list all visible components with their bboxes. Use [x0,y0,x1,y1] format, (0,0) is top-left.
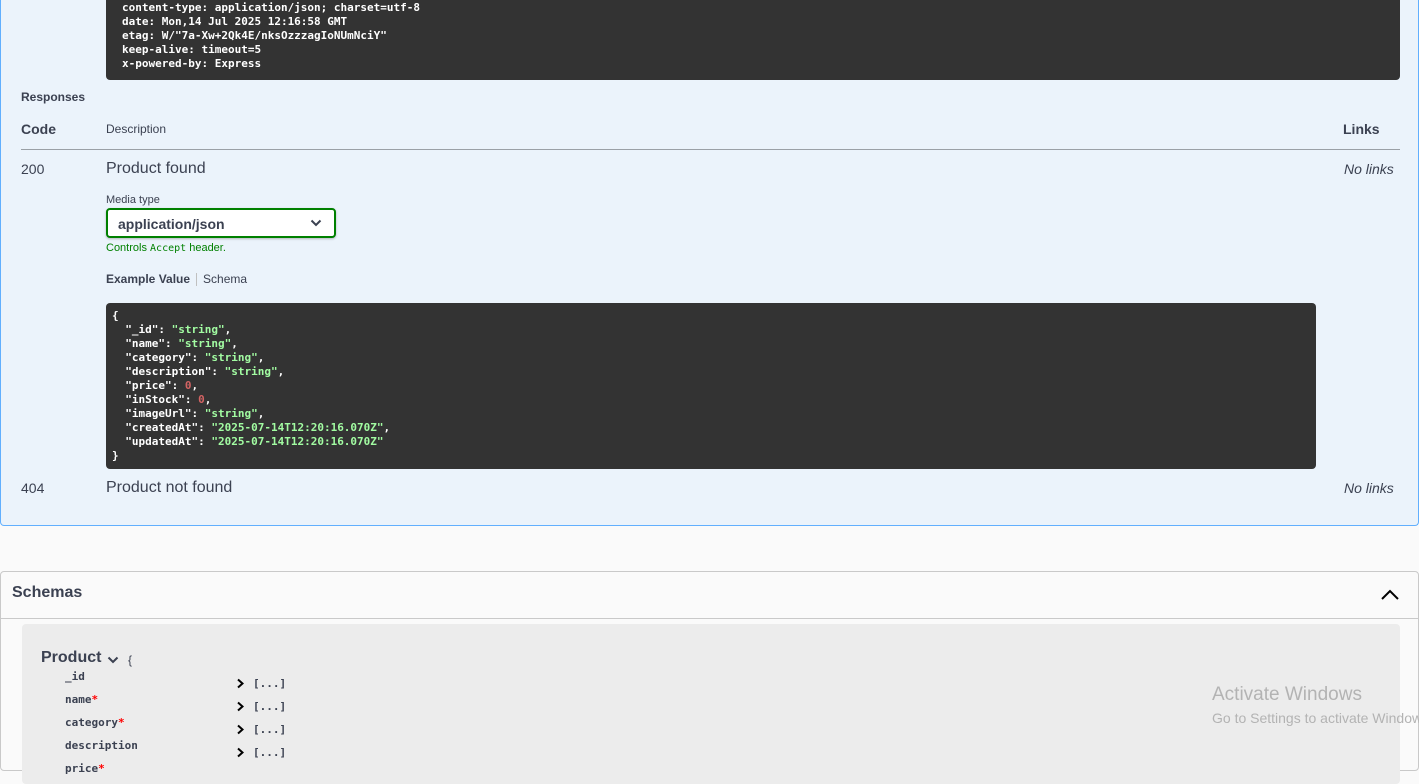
json-close-brace: } [112,449,119,462]
example-value-code: { "_id": "string", "name": "string", "ca… [106,303,1316,469]
accept-header-code: Accept [150,243,187,254]
header-line: date: Mon,14 Jul 2025 12:16:58 GMT [122,15,348,28]
json-trail: , [277,365,285,378]
json-value: "string" [204,407,258,420]
schema-property-name: category* [65,716,125,729]
required-marker: * [91,693,99,706]
chevron-right-icon [237,724,245,735]
chevron-up-icon[interactable] [1379,584,1401,606]
property-label: _id [65,670,85,683]
json-value: "string" [171,323,225,336]
property-label: category [65,716,118,729]
json-trail: , [257,351,265,364]
json-key: "updatedAt" [125,435,199,448]
responses-title: Responses [21,90,86,104]
json-key: "category" [125,351,192,364]
property-type-collapsed: [...] [253,677,287,690]
schemas-section: Schemas Product { _id [...] name* [...] cate… [0,571,1419,784]
json-key: "price" [125,379,172,392]
header-line: content-type: application/json; charset=… [122,1,421,14]
chevron-right-icon [237,678,245,689]
operation-block: content-type: application/json; charset=… [0,0,1419,526]
header-line: keep-alive: timeout=5 [122,43,262,56]
response-code-404: 404 [21,480,45,496]
json-trail: , [383,421,391,434]
response-code-200: 200 [21,161,45,177]
json-line: "_id": "string", [125,323,232,336]
model-open-brace: { [128,653,133,667]
table-header-divider [21,149,1400,150]
json-line: "name": "string", [125,337,238,350]
schema-property-type[interactable]: [...] [236,677,286,690]
json-trail: , [191,379,199,392]
schema-property-name: name* [65,693,98,706]
json-key: "description" [125,365,212,378]
schema-property-type[interactable]: [...] [236,746,286,759]
json-key: "inStock" [125,393,185,406]
response-description-200: Product found [106,160,206,177]
json-line: "updatedAt": "2025-07-14T12:20:16.070Z" [125,435,384,448]
column-header-description: Description [106,122,167,136]
property-label: name [65,693,92,706]
required-marker: * [117,716,125,729]
response-description-404: Product not found [106,479,233,496]
chevron-right-icon [237,701,245,712]
json-value: "string" [178,337,232,350]
response-links-200: No links [1344,161,1394,177]
json-line: "inStock": 0, [125,393,212,406]
media-type-value: application/json [118,216,225,232]
json-value: 0 [198,393,205,406]
schema-property-type[interactable]: [...] [236,700,286,713]
chevron-right-icon [237,747,245,758]
json-line: "imageUrl": "string", [125,407,265,420]
json-line: "category": "string", [125,351,265,364]
json-trail: , [257,407,265,420]
property-type-collapsed: [...] [253,723,287,736]
model-product: Product { _id [...] name* [...] category* [..… [22,624,1400,784]
property-label: description [65,739,138,752]
media-type-label: Media type [106,194,160,206]
json-key: "_id" [125,323,159,336]
json-trail: , [231,337,238,350]
column-header-code: Code [21,121,56,137]
column-header-links: Links [1343,121,1380,137]
property-type-collapsed: [...] [253,700,287,713]
json-line: "description": "string", [125,365,285,378]
json-value: "string" [224,365,278,378]
schemas-title[interactable]: Schemas [12,584,82,602]
json-key: "imageUrl" [125,407,192,420]
json-open-brace: { [112,309,119,322]
response-links-404: No links [1344,480,1394,496]
json-trail: , [224,323,232,336]
header-line: etag: W/"7a-Xw+2Qk4E/nksOzzzagIoNUmNciY" [122,29,387,42]
header-line: x-powered-by: Express [122,57,262,70]
example-schema-tabs: Example Value Schema [106,272,247,286]
tab-example-value[interactable]: Example Value [106,272,190,286]
model-name: Product [41,649,102,666]
tab-schema[interactable]: Schema [203,272,247,286]
json-value: "2025-07-14T12:20:16.070Z" [211,421,384,434]
json-line: "createdAt": "2025-07-14T12:20:16.070Z", [125,421,391,434]
json-trail: , [204,393,212,406]
chevron-down-icon [108,656,119,663]
chevron-down-icon [310,219,322,227]
response-headers-code: content-type: application/json; charset=… [106,0,1400,80]
json-key: "createdAt" [125,421,199,434]
schema-property-name: _id [65,670,85,683]
controls-accept-note: Controls Accept header. [106,242,226,254]
tab-divider [196,272,198,286]
json-value: "2025-07-14T12:20:16.070Z" [211,435,384,448]
model-name-toggle[interactable]: Product [41,649,119,667]
json-line: "price": 0, [125,379,199,392]
schemas-divider [1,618,1419,619]
json-key: "name" [125,337,165,350]
schema-property-type[interactable]: [...] [236,723,286,736]
media-type-select[interactable]: application/json [106,208,336,238]
json-value: "string" [204,351,258,364]
property-type-collapsed: [...] [253,746,287,759]
schema-property-name: description [65,739,138,752]
